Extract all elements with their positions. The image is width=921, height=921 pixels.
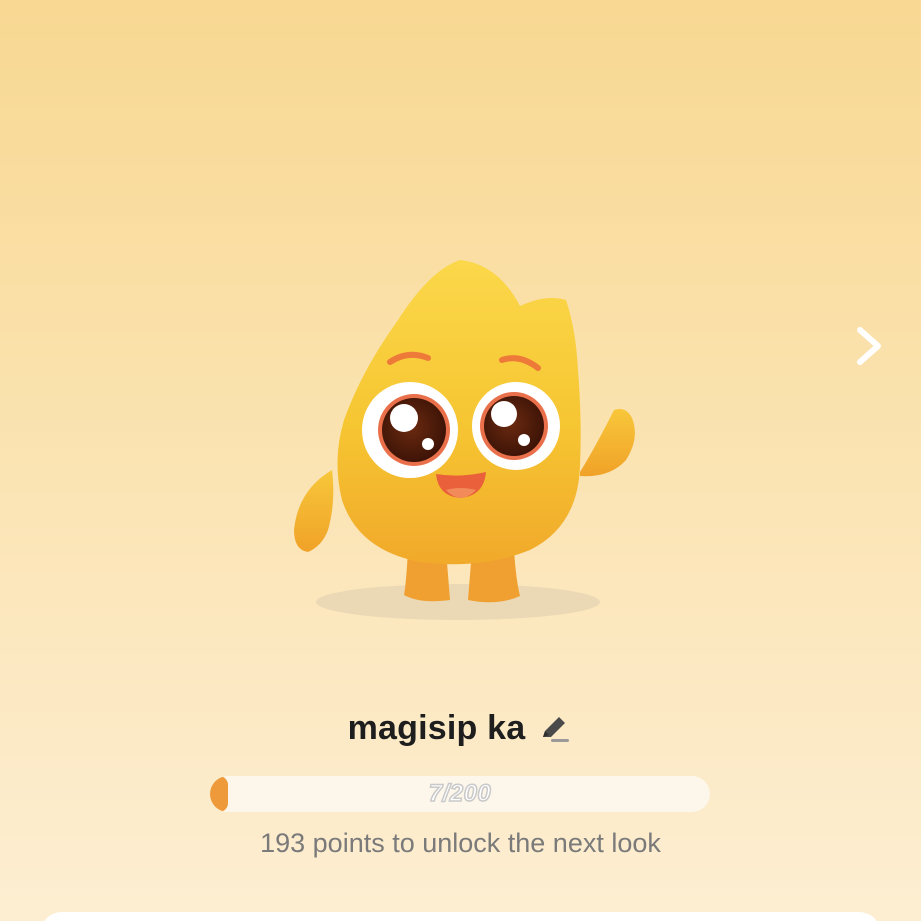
next-look-button[interactable] xyxy=(840,318,896,374)
mascot-left-eye-sparkle xyxy=(422,438,434,450)
mascot-right-eye-sparkle xyxy=(518,434,530,446)
edit-name-button[interactable] xyxy=(535,709,573,747)
pet-mascot[interactable] xyxy=(280,250,660,630)
pet-screen: magisip ka 7/200 193 points to unlock th… xyxy=(0,0,921,921)
mascot-left-arm xyxy=(294,470,334,552)
pet-name-row: magisip ka xyxy=(0,702,921,754)
mascot-right-eye-highlight xyxy=(491,401,517,427)
progress-label: 7/200 xyxy=(428,779,492,808)
pet-name: magisip ka xyxy=(347,708,526,747)
mascot-right-arm xyxy=(580,409,635,477)
chevron-right-icon xyxy=(857,327,881,365)
bottom-sheet-edge xyxy=(40,912,881,921)
unlock-message: 193 points to unlock the next look xyxy=(260,828,661,858)
mascot-shadow xyxy=(316,584,600,620)
mascot-left-eye-highlight xyxy=(390,404,418,432)
points-progress-bar: 7/200 xyxy=(210,776,710,812)
pencil-icon xyxy=(543,717,570,742)
mascot-right-eye-iris xyxy=(484,396,544,456)
mascot-left-eye-iris xyxy=(382,398,446,462)
